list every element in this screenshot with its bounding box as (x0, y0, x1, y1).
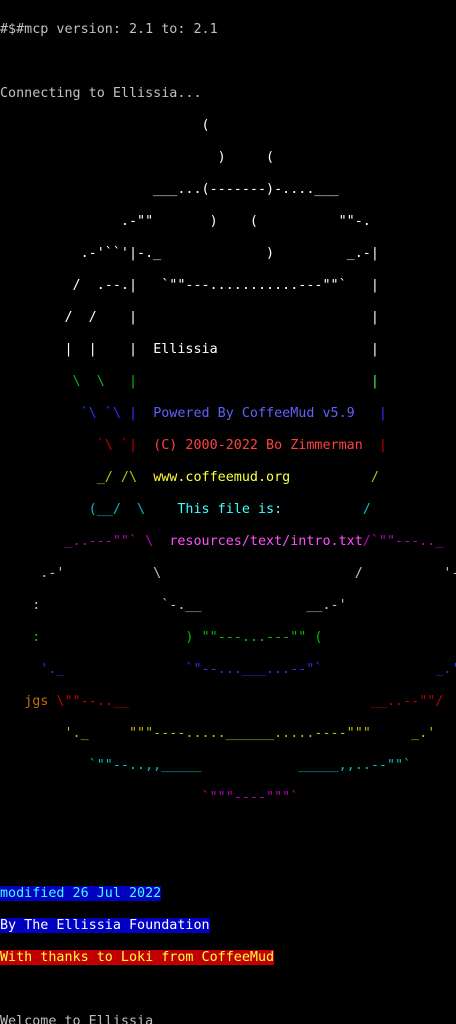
cup-art-line: ___...(-------)-....___ (0, 182, 339, 197)
cup-art-line: .-'``'|-._ ) _.-| (0, 246, 379, 261)
copyright-text: (C) 2000-2022 Bo Zimmerman (153, 438, 363, 453)
cup-art-line: \ \ | | (0, 374, 379, 389)
modified-line: modified 26 Jul 2022 (0, 886, 456, 902)
mud-name: Ellissia (153, 342, 218, 357)
website-link[interactable]: www.coffeemud.org (153, 470, 290, 485)
connecting-line: Connecting to Ellissia... (0, 86, 202, 101)
modified-text: modified 26 Jul 2022 (0, 886, 162, 901)
cup-art-line: `\ `\ | Powered By CoffeeMud v5.9 | (0, 406, 387, 421)
cup-art-line: `""--..,,_____ _____,,..--""` (0, 758, 412, 773)
cup-art-line: _..---""` \ resources/text/intro.txt/`""… (0, 534, 444, 549)
cup-art-line: ( (0, 118, 210, 133)
file-path: resources/text/intro.txt (169, 534, 363, 549)
thanks-text: With thanks to Loki from CoffeeMud (0, 950, 275, 965)
cup-art-line: `\ `| (C) 2000-2022 Bo Zimmerman | (0, 438, 387, 453)
cup-art-line: `"""----"""` (0, 790, 299, 805)
file-label: This file is: (177, 502, 283, 517)
cup-art-line: jgs \""--..__ __..--""/ (24, 694, 444, 709)
cup-art-line: _/ /\ www.coffeemud.org / (0, 470, 379, 485)
cup-art-line: / / | | (0, 310, 379, 325)
artist-signature: jgs (24, 694, 49, 709)
cup-art-line: / .--.| `""---...........---""` | (0, 278, 379, 293)
welcome-line: Welcome to Ellissia (0, 1014, 154, 1024)
thanks-line: With thanks to Loki from CoffeeMud (0, 950, 456, 966)
terminal-output: #$#mcp version: 2.1 to: 2.1 Connecting t… (0, 6, 456, 1024)
foundation-line: By The Ellissia Foundation (0, 918, 456, 934)
cup-art-line: .-"" ) ( ""-. (0, 214, 371, 229)
cup-art-line: ) ( (0, 150, 275, 165)
cup-art-line: | | | Ellissia | (0, 342, 379, 357)
cup-art-line: : ) ""---...---"" ( : (0, 630, 456, 645)
mcp-version-line: #$#mcp version: 2.1 to: 2.1 (0, 22, 218, 37)
cup-art-line: (__/ \ This file is: / (0, 502, 371, 517)
cup-art-line: : `-.__ __.-' : (0, 598, 456, 613)
cup-art-line: '._ """----.....______.....----""" _.' (0, 726, 436, 741)
foundation-text: By The Ellissia Foundation (0, 918, 210, 933)
cup-art-line: .-' \ / '-. (0, 566, 456, 581)
cup-art-line: '._ `"--...___...--"` _.' (0, 662, 456, 677)
powered-by-text: Powered By CoffeeMud v5.9 (153, 406, 355, 421)
